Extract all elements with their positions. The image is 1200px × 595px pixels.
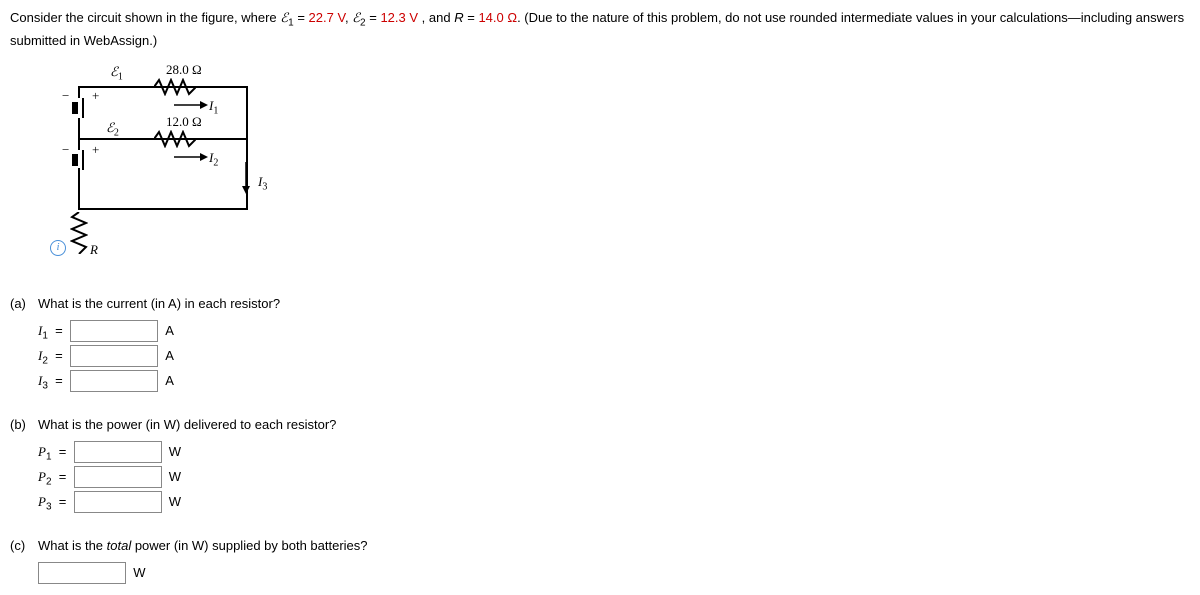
input-p2[interactable] bbox=[74, 466, 162, 488]
equals: = bbox=[467, 10, 478, 25]
equals: = bbox=[369, 10, 380, 25]
unit: A bbox=[165, 373, 174, 388]
resistor-r-icon bbox=[70, 212, 88, 254]
resistor-r2-icon bbox=[154, 130, 196, 148]
r-value: 14.0 Ω bbox=[478, 10, 517, 25]
label-i3: I3 bbox=[258, 174, 267, 193]
equals: = bbox=[297, 10, 308, 25]
answer-row-total: W bbox=[38, 562, 1190, 584]
part-a: (a) What is the current (in A) in each r… bbox=[10, 296, 1190, 395]
unit: A bbox=[165, 348, 174, 363]
wire bbox=[78, 138, 80, 150]
label-minus1: − bbox=[62, 88, 69, 104]
sub: 1 bbox=[42, 331, 48, 342]
label-r1: 28.0 Ω bbox=[166, 62, 202, 78]
part-a-question: What is the current (in A) in each resis… bbox=[38, 296, 1190, 311]
part-c-question: What is the total power (in W) supplied … bbox=[38, 538, 1190, 553]
eps2-value: 12.3 V bbox=[380, 10, 418, 25]
label-r: R bbox=[90, 242, 98, 258]
label-plus1: + bbox=[92, 88, 99, 104]
label-minus2: − bbox=[62, 142, 69, 158]
input-p3[interactable] bbox=[74, 491, 162, 513]
sub: 1 bbox=[46, 452, 52, 463]
answer-row-i1: I1 = A bbox=[38, 320, 1190, 342]
info-icon[interactable]: i bbox=[50, 240, 66, 256]
answer-row-p3: P3 = W bbox=[38, 491, 1190, 513]
label-plus2: + bbox=[92, 142, 99, 158]
part-b-question: What is the power (in W) delivered to ea… bbox=[38, 417, 1190, 432]
sym: P bbox=[38, 494, 46, 509]
eps2-sub: 2 bbox=[360, 18, 366, 29]
eps1-value: 22.7 V bbox=[309, 10, 345, 25]
wire bbox=[78, 208, 248, 210]
input-i3[interactable] bbox=[70, 370, 158, 392]
unit: W bbox=[169, 444, 181, 459]
input-i1[interactable] bbox=[70, 320, 158, 342]
unit: W bbox=[169, 494, 181, 509]
unit: W bbox=[169, 469, 181, 484]
label-r2: 12.0 Ω bbox=[166, 114, 202, 130]
resistor-r1-icon bbox=[154, 78, 196, 96]
eps2-symbol: ℰ bbox=[352, 10, 360, 25]
eps1-symbol: ℰ bbox=[280, 10, 288, 25]
input-total-power[interactable] bbox=[38, 562, 126, 584]
sub: 2 bbox=[42, 356, 48, 367]
part-b: (b) What is the power (in W) delivered t… bbox=[10, 417, 1190, 516]
input-i2[interactable] bbox=[70, 345, 158, 367]
battery-2-icon bbox=[72, 150, 86, 170]
problem-statement: Consider the circuit shown in the figure… bbox=[10, 8, 1190, 50]
label-eps1: ℰ1 bbox=[110, 64, 123, 83]
battery-1-icon bbox=[72, 98, 86, 118]
sym: P bbox=[38, 444, 46, 459]
answer-row-p1: P1 = W bbox=[38, 441, 1190, 463]
eps1-sub: 1 bbox=[288, 18, 294, 29]
unit: A bbox=[165, 323, 174, 338]
arrow-i2-icon bbox=[174, 152, 208, 162]
part-a-label: (a) bbox=[10, 296, 38, 311]
sub: 3 bbox=[46, 502, 52, 513]
label-eps2: ℰ2 bbox=[106, 120, 119, 139]
part-b-label: (b) bbox=[10, 417, 38, 432]
text-italic: total bbox=[107, 538, 132, 553]
wire bbox=[78, 168, 80, 208]
and-text: , and bbox=[422, 10, 455, 25]
answer-row-i3: I3 = A bbox=[38, 370, 1190, 392]
text: Consider the circuit shown in the figure… bbox=[10, 10, 280, 25]
unit: W bbox=[133, 565, 145, 580]
arrow-i1-icon bbox=[174, 100, 208, 110]
answer-row-i2: I2 = A bbox=[38, 345, 1190, 367]
text: What is the bbox=[38, 538, 107, 553]
answer-row-p2: P2 = W bbox=[38, 466, 1190, 488]
text: power (in W) supplied by both batteries? bbox=[131, 538, 367, 553]
sub: 2 bbox=[46, 477, 52, 488]
part-c-label: (c) bbox=[10, 538, 38, 553]
circuit-figure: ℰ1 ℰ2 − + − + 28.0 Ω 12.0 Ω I1 I2 I3 R i bbox=[16, 64, 1190, 274]
wire bbox=[78, 86, 80, 98]
wire bbox=[78, 118, 80, 138]
input-p1[interactable] bbox=[74, 441, 162, 463]
r-symbol: R bbox=[454, 10, 463, 25]
label-i1: I1 bbox=[209, 98, 218, 117]
sub: 3 bbox=[42, 381, 48, 392]
arrow-i3-icon bbox=[240, 162, 252, 194]
label-i2: I2 bbox=[209, 150, 218, 169]
sym: P bbox=[38, 469, 46, 484]
